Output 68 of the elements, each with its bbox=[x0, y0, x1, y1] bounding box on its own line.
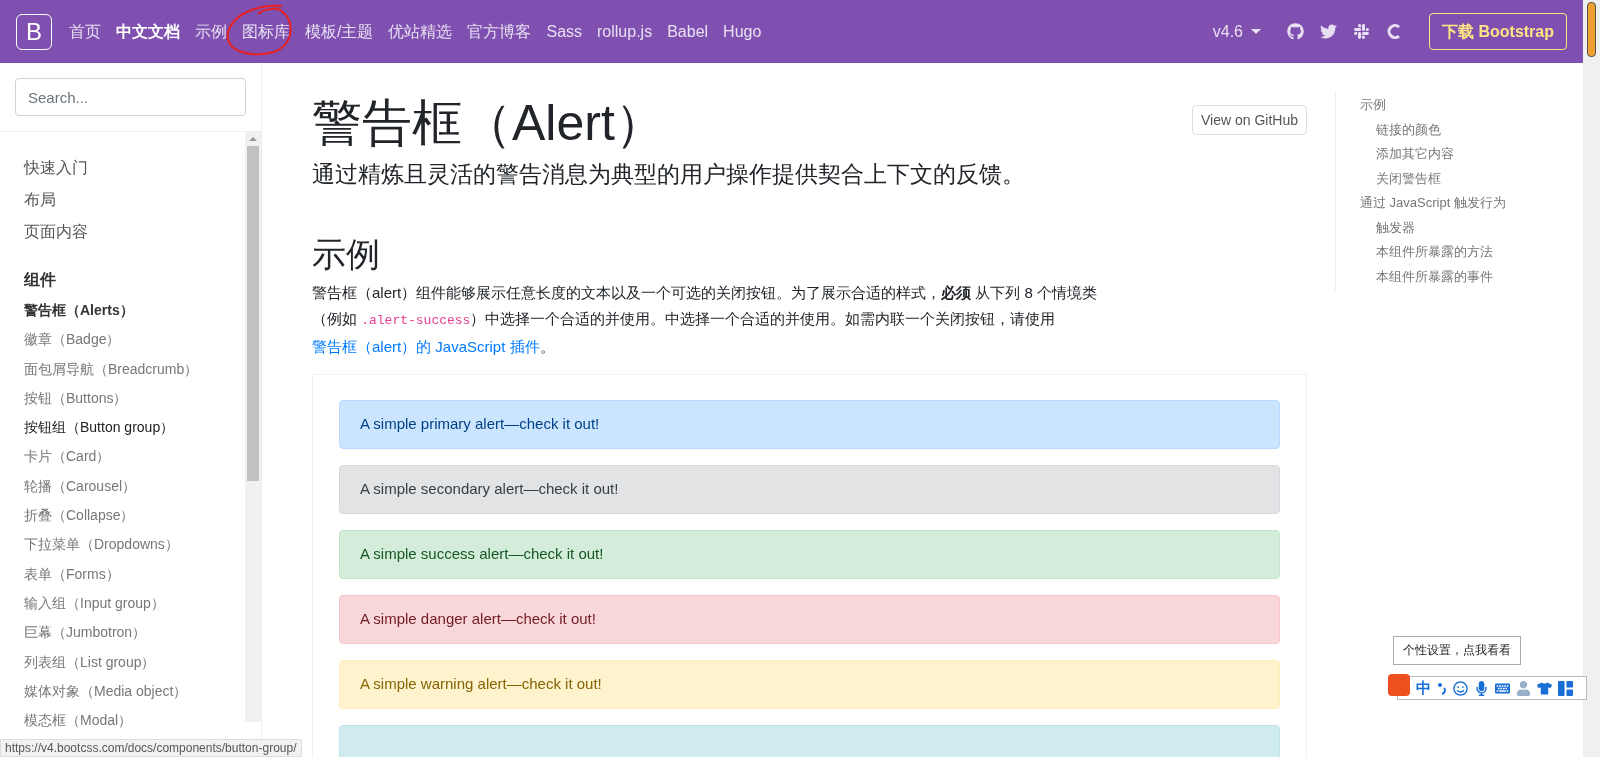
sidebar-item[interactable]: 折叠（Collapse） bbox=[24, 501, 245, 531]
alert: A simple success alert—check it out! bbox=[339, 529, 1280, 579]
nav-link[interactable]: 示例 bbox=[195, 19, 227, 44]
slack-icon[interactable] bbox=[1353, 23, 1370, 40]
docs-section-link[interactable]: 快速入门 bbox=[24, 152, 245, 184]
sidebar-item[interactable]: 模态框（Modal） bbox=[24, 706, 245, 736]
intro-paragraph: 警告框（alert）组件能够展示任意长度的文本以及一个可选的关闭按钮。为了展示合适的样式，必须 从下列 8 个情境类（例如 .alert-success）中选择一个合适的并使用。中选择一个合适的并使用。如需内联一个关闭按钮，请使用 警告框（alert）的 JavaScript 插件。 bbox=[312, 282, 1099, 357]
nav-link[interactable]: Sass bbox=[546, 19, 583, 44]
sidebar-item[interactable]: 面包屑导航（Breadcrumb） bbox=[24, 354, 245, 384]
sidebar-item[interactable]: 输入组（Input group） bbox=[24, 588, 245, 619]
sidebar-item[interactable]: 徽章（Badge） bbox=[24, 325, 245, 355]
alert: A simple warning alert—check it out! bbox=[339, 659, 1280, 709]
nav-link[interactable]: Babel bbox=[667, 19, 709, 44]
toc-sublink[interactable]: 关闭警告框 bbox=[1360, 166, 1506, 191]
twitter-icon[interactable] bbox=[1320, 23, 1337, 40]
toc-sublink[interactable]: 本组件所暴露的方法 bbox=[1360, 240, 1506, 265]
sidebar-item[interactable]: 巨幕（Jumbotron） bbox=[24, 618, 245, 648]
page-title: 警告框（Alert） bbox=[312, 94, 665, 153]
link-preview-tooltip: https://v4.bootcss.com/docs/components/button-group/ bbox=[0, 739, 302, 757]
toc-sublink[interactable]: 添加其它内容 bbox=[1360, 142, 1506, 167]
ime-tooltip: 个性设置，点我看看 bbox=[1393, 636, 1521, 665]
page-scrollbar[interactable] bbox=[1583, 0, 1600, 757]
punctuation-icon[interactable] bbox=[1437, 681, 1447, 695]
alert: A simple primary alert—check it out! bbox=[339, 399, 1280, 449]
sidebar-item[interactable]: 按钮（Buttons） bbox=[24, 383, 245, 414]
section-heading: 示例 bbox=[312, 233, 381, 275]
components-heading: 组件 bbox=[24, 270, 57, 290]
version-dropdown[interactable]: v4.6 bbox=[1212, 19, 1261, 44]
microphone-icon[interactable] bbox=[1474, 680, 1489, 696]
toc-link[interactable]: 示例 bbox=[1360, 93, 1506, 118]
nav-link[interactable]: 中文文档 bbox=[116, 19, 180, 44]
sidebar-scrollbar[interactable] bbox=[245, 132, 261, 722]
input-method-logo-icon[interactable] bbox=[1388, 674, 1410, 696]
search-field[interactable]: Search... bbox=[15, 78, 246, 116]
docs-section-link[interactable]: 布局 bbox=[24, 184, 245, 216]
download-button[interactable]: 下载 Bootstrap bbox=[1429, 13, 1567, 50]
nav-link[interactable]: 官方博客 bbox=[467, 19, 532, 44]
nav-link[interactable]: 模板/主题 bbox=[305, 19, 374, 44]
sidebar-item[interactable]: 轮播（Carousel） bbox=[24, 471, 245, 502]
github-button[interactable]: View on GitHub bbox=[1192, 105, 1307, 135]
plugin-link[interactable]: 警告框（alert）的 JavaScript 插件 bbox=[312, 337, 540, 355]
sidebar-item[interactable]: 警告框（Alerts） bbox=[24, 296, 245, 326]
nav-link[interactable]: 首页 bbox=[69, 19, 101, 44]
nav-link[interactable]: 图标库 bbox=[242, 19, 290, 44]
toc-link[interactable]: 通过 JavaScript 触发行为 bbox=[1360, 191, 1506, 216]
sidebar-item[interactable]: 媒体对象（Media object） bbox=[24, 676, 245, 707]
sidebar-item[interactable]: 下拉菜单（Dropdowns） bbox=[24, 530, 245, 560]
nav-link[interactable]: 优站精选 bbox=[388, 19, 453, 44]
nav-link[interactable]: rollup.js bbox=[597, 19, 653, 44]
nav-link[interactable]: Hugo bbox=[723, 19, 762, 44]
github-icon[interactable] bbox=[1287, 23, 1304, 40]
caret-icon bbox=[1251, 29, 1261, 34]
shirt-icon[interactable] bbox=[1537, 680, 1552, 696]
sidebar-item[interactable]: 列表组（List group） bbox=[24, 647, 245, 677]
toc-sublink[interactable]: 本组件所暴露的事件 bbox=[1360, 264, 1506, 289]
alert: A simple secondary alert—check it out! bbox=[339, 464, 1280, 514]
sidebar-item[interactable]: 卡片（Card） bbox=[24, 442, 245, 472]
alert: A simple danger alert—check it out! bbox=[339, 594, 1280, 644]
docs-section-link[interactable]: 页面内容 bbox=[24, 216, 245, 248]
sidebar-item[interactable]: 按钮组（Button group） bbox=[24, 413, 245, 443]
bootstrap-logo[interactable]: B bbox=[16, 13, 52, 50]
lead-text: 通过精炼且灵活的警告消息为典型的用户操作提供契合上下文的反馈。 bbox=[312, 160, 1026, 189]
smiley-icon[interactable] bbox=[1453, 680, 1468, 696]
grid-icon[interactable] bbox=[1558, 680, 1573, 696]
toc-sublink[interactable]: 触发器 bbox=[1360, 215, 1506, 240]
toc-sublink[interactable]: 链接的颜色 bbox=[1360, 117, 1506, 142]
input-mode-toggle[interactable]: 中 bbox=[1416, 676, 1431, 700]
sidebar-item[interactable]: 表单（Forms） bbox=[24, 559, 245, 589]
